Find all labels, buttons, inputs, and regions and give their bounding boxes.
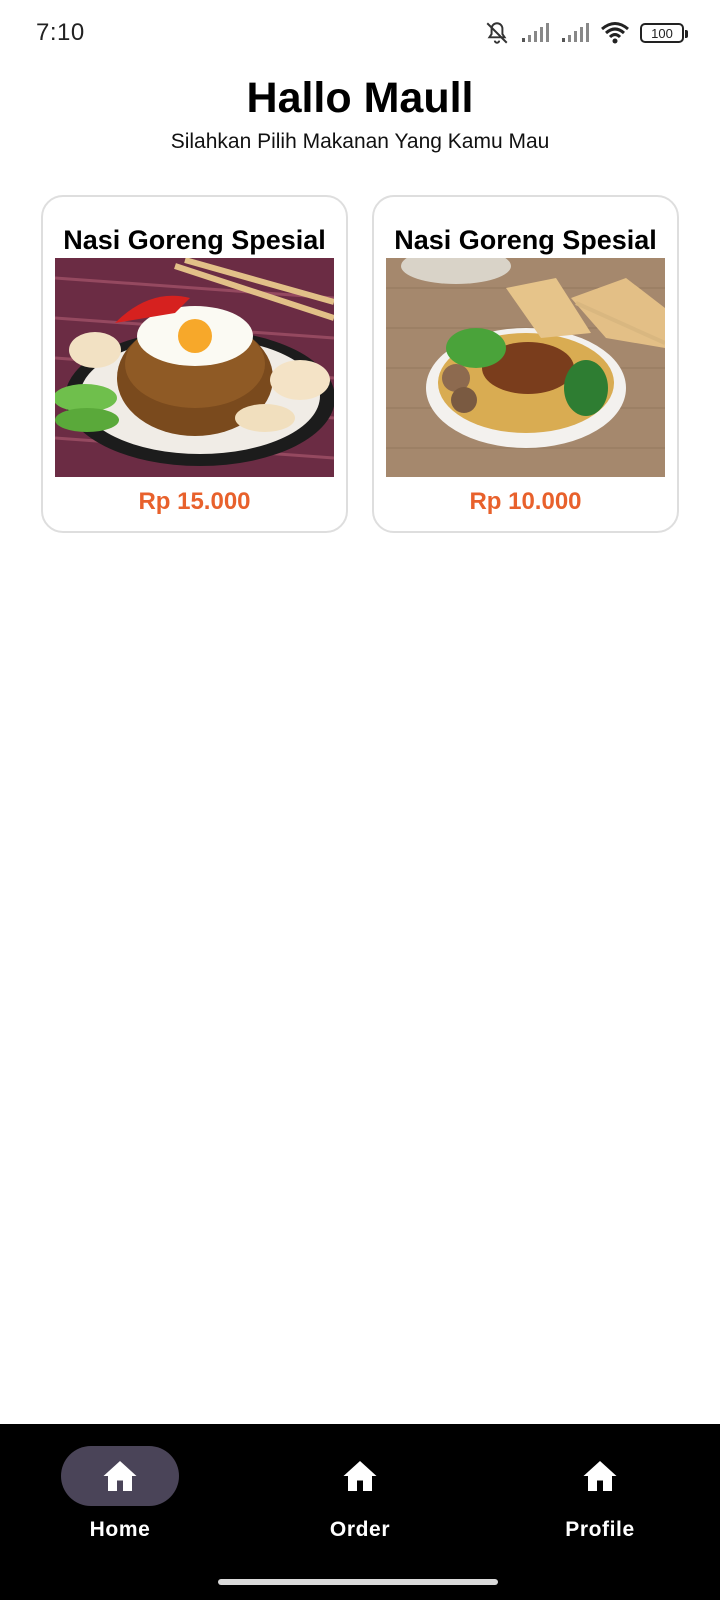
status-icons: 100 (484, 20, 688, 46)
nav-item-order[interactable]: Order (280, 1446, 440, 1542)
nav-label-order: Order (329, 1518, 391, 1541)
greeting-subtitle: Silahkan Pilih Makanan Yang Kamu Mau (170, 130, 550, 153)
nav-label-profile: Profile (565, 1518, 635, 1541)
home-icon (583, 1461, 617, 1491)
menu-card-price: Rp 10.000 (469, 488, 582, 515)
menu-card-title: Nasi Goreng Spesial (394, 225, 657, 255)
app-screen: 7:10 100 Hallo Maull Silahkan Pilih Maka… (0, 0, 720, 1600)
noodle-bowl-photo (386, 258, 665, 477)
nav-label-home: Home (89, 1518, 151, 1541)
menu-card[interactable]: Nasi Goreng Spesial (41, 195, 348, 533)
bottom-navigation: Home Order Profile (0, 1424, 720, 1600)
nav-item-profile[interactable]: Profile (520, 1446, 680, 1542)
signal-icon (522, 23, 549, 42)
nav-item-home[interactable]: Home (40, 1446, 200, 1542)
header: Hallo Maull Silahkan Pilih Makanan Yang … (0, 72, 720, 156)
menu-card[interactable]: Nasi Goreng Spesial (372, 195, 679, 533)
home-icon (103, 1461, 137, 1491)
battery-icon: 100 (640, 23, 688, 43)
nav-icon-container (541, 1446, 659, 1506)
signal-icon (562, 23, 589, 42)
menu-list: Nasi Goreng Spesial Rp 15.000 Nasi Goren… (41, 195, 679, 533)
status-bar: 7:10 100 (0, 0, 720, 66)
bell-off-icon (486, 22, 508, 44)
menu-card-price: Rp 15.000 (138, 488, 251, 515)
fried-rice-photo (55, 258, 334, 477)
wifi-icon (601, 22, 629, 44)
menu-card-title: Nasi Goreng Spesial (63, 225, 326, 255)
status-time: 7:10 (36, 19, 85, 46)
nav-icon-container (301, 1446, 419, 1506)
greeting-title: Hallo Maull (246, 74, 474, 122)
home-icon (343, 1461, 377, 1491)
battery-level: 100 (651, 25, 673, 41)
home-gesture-bar[interactable] (218, 1579, 498, 1585)
nav-active-indicator (61, 1446, 179, 1506)
